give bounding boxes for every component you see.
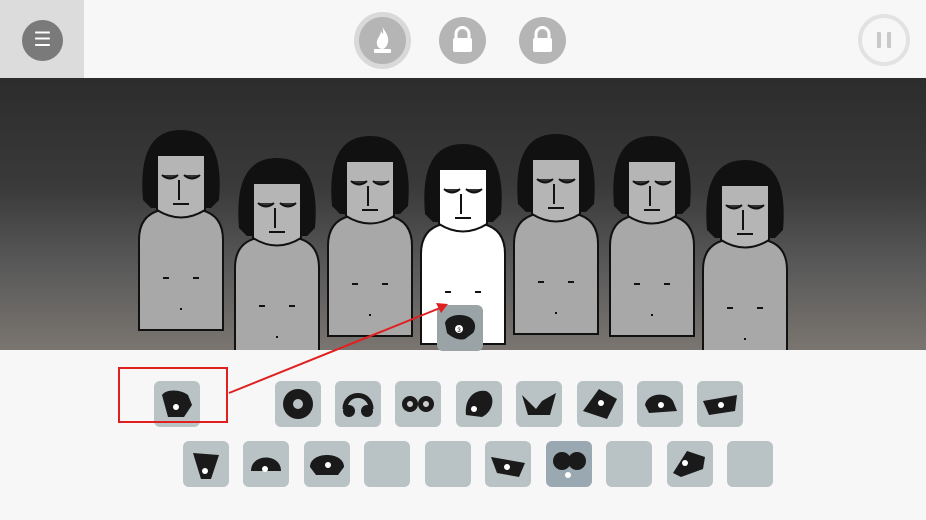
visor-icon	[491, 457, 525, 477]
empty-slot[interactable]	[425, 441, 471, 487]
helmet-shirt-icon: 3	[445, 315, 476, 340]
highlight-box	[118, 367, 228, 423]
locked-mode-button-2[interactable]	[519, 17, 566, 64]
empty-slot[interactable]	[606, 441, 652, 487]
empty-slot[interactable]	[727, 441, 773, 487]
collar-icon	[522, 393, 556, 415]
sound-slot[interactable]	[516, 381, 562, 427]
menu-tile: ☰	[0, 0, 84, 78]
lock-icon	[453, 26, 472, 52]
pause-button[interactable]	[858, 14, 910, 66]
sound-slot[interactable]	[183, 441, 229, 487]
headphones-icon	[342, 393, 374, 417]
cap-icon	[645, 394, 677, 413]
sound-slot[interactable]	[667, 441, 713, 487]
character-2[interactable]	[234, 158, 320, 350]
helmet-icon	[310, 455, 344, 475]
dragged-sound-icon[interactable]: 3	[437, 305, 483, 351]
vinyl-icon	[283, 389, 313, 419]
empty-slot[interactable]	[364, 441, 410, 487]
goggles-icon	[402, 396, 434, 412]
hamburger-icon[interactable]: ☰	[22, 20, 63, 61]
sound-slot[interactable]	[395, 381, 441, 427]
beanie-icon	[251, 457, 281, 472]
glasses-icon	[553, 452, 586, 478]
character-6[interactable]	[609, 136, 695, 337]
hood-icon	[465, 390, 493, 417]
top-bar: ☰	[0, 0, 926, 78]
sound-slot[interactable]	[275, 381, 321, 427]
mask-icon	[703, 395, 737, 415]
scarf-icon	[193, 453, 219, 479]
lock-icon	[533, 26, 552, 52]
hat-icon	[673, 451, 705, 477]
wings-icon	[583, 389, 617, 419]
locked-mode-button-1[interactable]	[439, 17, 486, 64]
sound-slot[interactable]	[304, 441, 350, 487]
flame-mode-button[interactable]	[354, 12, 411, 69]
sound-slot[interactable]	[577, 381, 623, 427]
character-7[interactable]	[702, 160, 788, 350]
character-3[interactable]	[327, 136, 413, 337]
sound-slot[interactable]	[546, 441, 592, 487]
sound-slot[interactable]	[243, 441, 289, 487]
character-5[interactable]	[513, 134, 599, 335]
sound-slot[interactable]	[335, 381, 381, 427]
sound-slot[interactable]	[456, 381, 502, 427]
flame-icon	[374, 27, 391, 53]
sound-slot[interactable]	[485, 441, 531, 487]
character-1[interactable]	[138, 130, 224, 331]
sound-slot[interactable]	[697, 381, 743, 427]
pause-icon	[877, 32, 881, 48]
sound-slot[interactable]	[637, 381, 683, 427]
